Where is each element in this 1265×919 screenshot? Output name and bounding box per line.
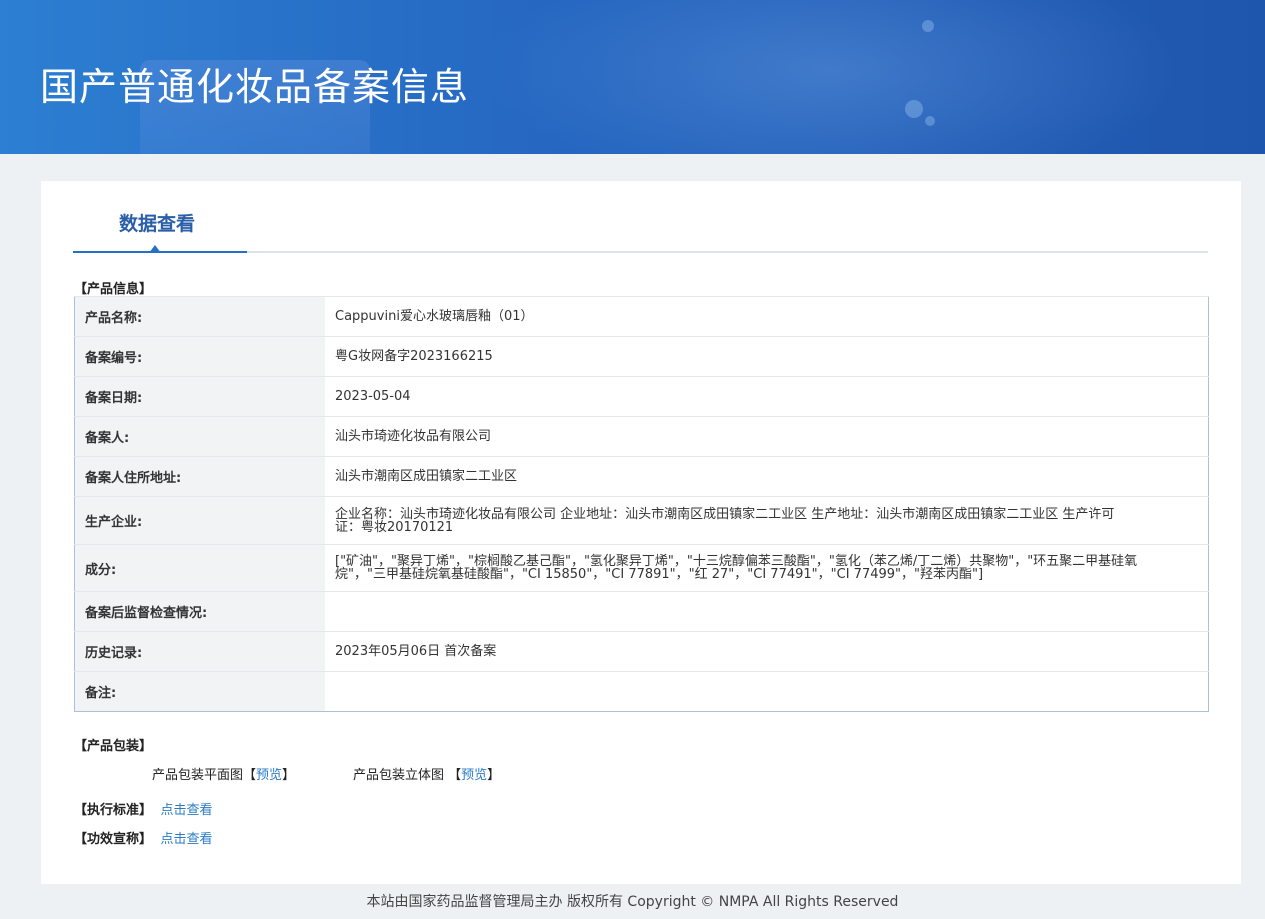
row-label: 生产企业: bbox=[74, 496, 325, 545]
row-value: 粤G妆网备字2023166215 bbox=[325, 336, 1209, 377]
row-value: 2023年05月06日 首次备案 bbox=[325, 631, 1209, 672]
row-value bbox=[325, 671, 1209, 712]
table-row: 备案人住所地址: 汕头市潮南区成田镇家二工业区 bbox=[74, 456, 1209, 497]
row-value: 企业名称：汕头市琦迹化妆品有限公司 企业地址：汕头市潮南区成田镇家二工业区 生产… bbox=[325, 496, 1209, 545]
table-row: 产品名称: Cappuvini爱心水玻璃唇釉（01） bbox=[74, 296, 1209, 337]
row-label: 备案后监督检查情况: bbox=[74, 591, 325, 632]
banner-decoration bbox=[480, 0, 1180, 154]
main-panel: 数据查看 【产品信息】 产品名称: Cappuvini爱心水玻璃唇釉（01） 备… bbox=[41, 181, 1241, 884]
efficacy-title: 【功效宣称】 bbox=[74, 832, 153, 847]
product-info-table: 产品名称: Cappuvini爱心水玻璃唇釉（01） 备案编号: 粤G妆网备字2… bbox=[74, 296, 1209, 712]
tab-label: 数据查看 bbox=[119, 213, 196, 235]
active-tab-indicator bbox=[149, 245, 161, 253]
footer-copyright: 本站由国家药品监督管理局主办 版权所有 Copyright © NMPA All… bbox=[366, 894, 899, 910]
header-banner: 国产普通化妆品备案信息 bbox=[0, 0, 1265, 154]
tab-data-view[interactable]: 数据查看 bbox=[73, 181, 247, 253]
table-row: 历史记录: 2023年05月06日 首次备案 bbox=[74, 631, 1209, 672]
packaging-flat-item: 产品包装平面图【预览】 bbox=[152, 768, 296, 783]
row-label: 备案编号: bbox=[74, 336, 325, 377]
table-row: 备案人: 汕头市琦迹化妆品有限公司 bbox=[74, 416, 1209, 457]
packaging-title: 【产品包装】 bbox=[74, 739, 153, 754]
row-label: 成分: bbox=[74, 544, 325, 592]
row-value: 2023-05-04 bbox=[325, 376, 1209, 417]
table-row: 成分: ["矿油"，"聚异丁烯"，"棕榈酸乙基己酯"，"氢化聚异丁烯"，"十三烷… bbox=[74, 544, 1209, 592]
table-row: 备案编号: 粤G妆网备字2023166215 bbox=[74, 336, 1209, 377]
packaging-3d-item: 产品包装立体图 【预览】 bbox=[353, 768, 501, 783]
packaging-flat-label: 产品包装平面图 bbox=[152, 768, 244, 783]
row-label: 备案人: bbox=[74, 416, 325, 457]
row-label: 历史记录: bbox=[74, 631, 325, 672]
banner-decoration bbox=[905, 100, 923, 118]
packaging-3d-preview-link[interactable]: 预览 bbox=[461, 768, 487, 783]
standard-row: 【执行标准】 点击查看 bbox=[74, 799, 213, 818]
row-value: Cappuvini爱心水玻璃唇釉（01） bbox=[325, 296, 1209, 337]
banner-decoration bbox=[925, 116, 935, 126]
row-label: 产品名称: bbox=[74, 296, 325, 337]
product-info-title: 【产品信息】 bbox=[74, 282, 153, 297]
efficacy-row: 【功效宣称】 点击查看 bbox=[74, 828, 213, 847]
table-row: 备案日期: 2023-05-04 bbox=[74, 376, 1209, 417]
page-title: 国产普通化妆品备案信息 bbox=[40, 65, 470, 109]
tab-bar: 数据查看 bbox=[73, 181, 1208, 253]
efficacy-view-link[interactable]: 点击查看 bbox=[161, 832, 213, 847]
row-value bbox=[325, 591, 1209, 632]
row-value: 汕头市琦迹化妆品有限公司 bbox=[325, 416, 1209, 457]
row-label: 备案人住所地址: bbox=[74, 456, 325, 497]
table-row: 备案后监督检查情况: bbox=[74, 591, 1209, 632]
standard-title: 【执行标准】 bbox=[74, 803, 153, 818]
packaging-3d-label: 产品包装立体图 bbox=[353, 768, 445, 783]
row-value: 汕头市潮南区成田镇家二工业区 bbox=[325, 456, 1209, 497]
row-label: 备注: bbox=[74, 671, 325, 712]
row-label: 备案日期: bbox=[74, 376, 325, 417]
table-row: 生产企业: 企业名称：汕头市琦迹化妆品有限公司 企业地址：汕头市潮南区成田镇家二… bbox=[74, 496, 1209, 545]
packaging-flat-preview-link[interactable]: 预览 bbox=[256, 768, 282, 783]
standard-view-link[interactable]: 点击查看 bbox=[161, 803, 213, 818]
table-row: 备注: bbox=[74, 671, 1209, 712]
banner-decoration bbox=[922, 20, 934, 32]
row-value: ["矿油"，"聚异丁烯"，"棕榈酸乙基己酯"，"氢化聚异丁烯"，"十三烷醇偏苯三… bbox=[325, 544, 1209, 592]
